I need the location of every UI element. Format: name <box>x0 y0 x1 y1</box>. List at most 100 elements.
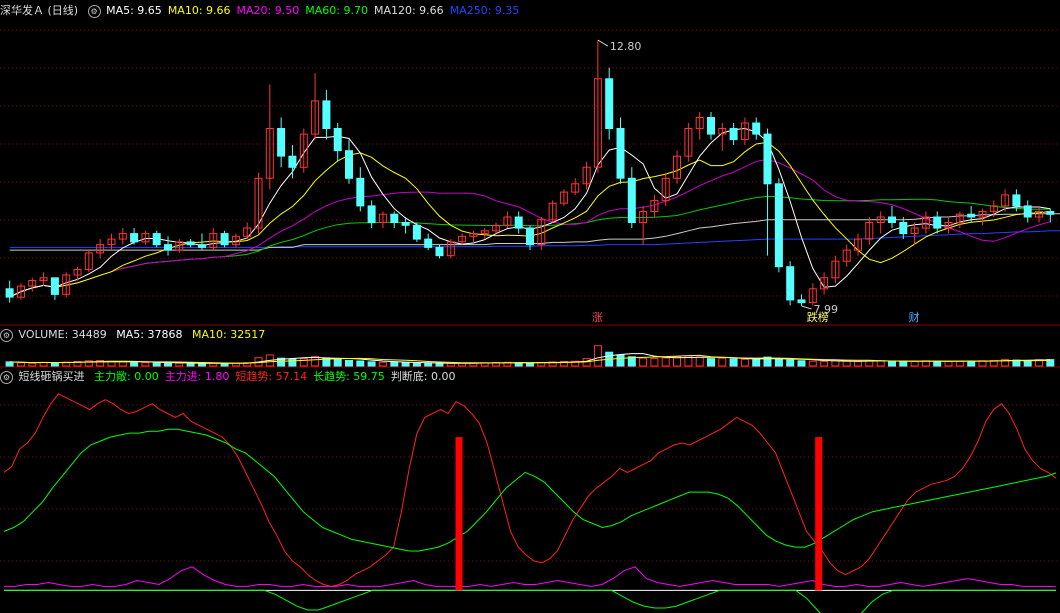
candle-body <box>933 216 942 229</box>
volume-bar <box>412 362 421 367</box>
volume-bar <box>639 357 648 367</box>
candle-body <box>786 266 795 301</box>
indicator-settings-icon[interactable]: ⚙ <box>0 370 13 384</box>
volume-bar <box>718 357 727 367</box>
volume-bar <box>333 358 342 367</box>
candle-body <box>5 288 14 298</box>
ma-legend-item: MA10: 9.66 <box>167 4 231 17</box>
volume-bar <box>356 360 365 367</box>
volume-bar <box>345 360 353 367</box>
candle-body <box>277 128 286 157</box>
volume-bar <box>130 361 139 367</box>
volume-value: VOLUME: 34489 <box>18 328 107 341</box>
volume-bar <box>888 360 896 367</box>
candle-body <box>1012 194 1021 207</box>
candle-body <box>333 128 342 152</box>
volume-bar <box>164 362 172 367</box>
indicator-legend-item: 短趋势: 57.14 <box>235 370 308 383</box>
volume-bar <box>435 362 444 367</box>
volume-bar <box>616 354 625 367</box>
indicator-legend: 主力敞: 0.00 主力进: 1.80 短趋势: 57.14 长趋势: 59.75 判断… <box>94 370 462 383</box>
stock-chart-canvas[interactable]: 12.807.99涨 跌榜财 <box>0 0 1060 613</box>
volume-bar <box>378 361 387 367</box>
volume-bar <box>152 362 161 367</box>
volume-bar <box>50 362 59 367</box>
candle-body <box>356 177 365 207</box>
candle-body <box>367 205 376 223</box>
candle-body <box>797 299 806 304</box>
main-chart-header: 深华发Ａ (日线) ⚙ MA5: 9.65 MA10: 9.66 MA20: 9.5… <box>0 3 531 18</box>
volume-ma10: MA10: 32517 <box>191 328 266 341</box>
volume-bar <box>198 363 206 367</box>
indicator-line <box>3 428 1057 552</box>
candle-body <box>322 100 331 130</box>
high-marker <box>597 39 609 47</box>
candle-body <box>526 227 534 246</box>
buy-signal-bar <box>455 437 463 591</box>
volume-bar <box>186 362 195 367</box>
stock-title: 深华发Ａ (日线) <box>0 4 79 17</box>
indicator-line <box>3 393 1057 587</box>
buy-signal-bar <box>815 437 823 591</box>
candle-body <box>752 122 761 135</box>
candle-body <box>186 241 195 246</box>
indicator-header: ⚙ 短线砸锅买进 主力敞: 0.00 主力进: 1.80 短趋势: 57.14 长趋势… <box>0 369 468 384</box>
volume-bar <box>1023 360 1032 367</box>
volume-ma5: MA5: 37868 <box>116 328 183 341</box>
volume-bar <box>141 362 150 367</box>
volume-bar <box>876 360 885 367</box>
indicator-legend-item: 判断底: 0.00 <box>390 370 456 383</box>
volume-settings-icon[interactable]: ⚙ <box>0 328 13 342</box>
candle-body <box>152 233 161 246</box>
candle-body <box>435 246 444 257</box>
high-price-label: 12.80 <box>610 40 642 53</box>
volume-header: ⚙ VOLUME: 34489 MA5: 37868 MA10: 32517 <box>0 327 271 342</box>
ma-legend-item: MA60: 9.70 <box>305 4 368 17</box>
volume-bar <box>299 358 308 367</box>
settings-gear-icon[interactable]: ⚙ <box>87 4 101 18</box>
candle-body <box>616 128 625 179</box>
candle-body <box>627 177 636 224</box>
volume-bar <box>786 359 795 367</box>
volume-bar <box>424 362 433 367</box>
candle-body <box>1046 211 1055 215</box>
volume-bar <box>390 362 399 367</box>
indicator-line <box>4 589 1056 613</box>
candle-body <box>50 277 59 295</box>
indicator-line <box>4 566 1057 588</box>
volume-bar <box>933 360 942 367</box>
indicator-legend-item: 长趋势: 59.75 <box>313 370 385 383</box>
event-marker-label: 财 <box>909 310 920 324</box>
volume-bar <box>797 360 806 367</box>
volume-bar <box>842 360 851 367</box>
volume-bar <box>17 362 25 367</box>
volume-bar <box>899 361 908 367</box>
ma-legend: MA5: 9.65 MA10: 9.66 MA20: 9.50 MA60: 9.70 M… <box>106 4 525 17</box>
candle-body <box>198 244 206 248</box>
event-marker-label: 跌榜 <box>807 310 829 324</box>
ma-legend-item: MA250: 9.35 <box>449 4 520 17</box>
candle-body <box>1023 205 1032 218</box>
candle-body <box>130 233 139 243</box>
volume-bar <box>955 360 964 367</box>
ma-legend-item: MA120: 9.66 <box>373 4 444 17</box>
candle-body <box>514 216 523 229</box>
candle-body <box>605 78 614 130</box>
candle-body <box>774 183 783 268</box>
candle-body <box>390 213 399 223</box>
volume-bar <box>5 361 14 367</box>
volume-bar <box>854 360 862 367</box>
low-marker <box>801 305 812 310</box>
indicator-legend-item: 主力敞: 0.00 <box>94 370 159 383</box>
volume-bar <box>831 360 840 367</box>
candle-body <box>345 150 353 179</box>
volume-bar <box>593 345 602 367</box>
candle-body <box>412 224 421 240</box>
volume-bar <box>808 360 817 367</box>
volume-bar <box>288 358 297 367</box>
volume-bar <box>740 358 749 367</box>
volume-bar <box>175 362 184 367</box>
candle-body <box>424 238 433 248</box>
volume-bar <box>944 360 953 367</box>
candle-body <box>220 233 229 246</box>
